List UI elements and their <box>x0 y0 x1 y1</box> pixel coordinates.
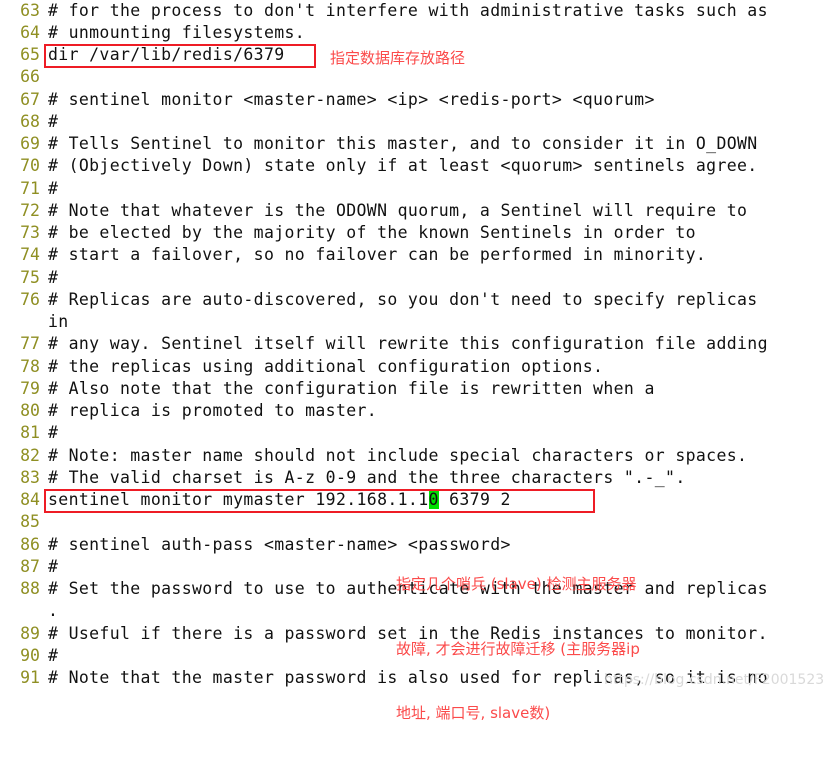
code-line[interactable]: 68 # <box>0 111 834 133</box>
line-content[interactable]: . <box>48 600 58 622</box>
code-line[interactable]: 72 # Note that whatever is the ODOWN quo… <box>0 200 834 222</box>
line-number: 68 <box>20 112 40 131</box>
line-number: 66 <box>20 67 40 86</box>
code-line[interactable]: 70 # (Objectively Down) state only if at… <box>0 155 834 177</box>
line-number: 88 <box>20 579 40 598</box>
line-number: 91 <box>20 668 40 687</box>
line-number: 82 <box>20 446 40 465</box>
code-line[interactable]: 85 <box>0 511 834 533</box>
line-number: 89 <box>20 624 40 643</box>
line-number: 70 <box>20 156 40 175</box>
line-content[interactable]: # the replicas using additional configur… <box>48 356 603 378</box>
line-content[interactable]: # <box>48 422 58 444</box>
line-content[interactable]: # start a failover, so no failover can b… <box>48 244 706 266</box>
line-content[interactable]: in <box>48 311 69 333</box>
line-number: 84 <box>20 490 40 509</box>
code-line[interactable]: 79 # Also note that the configuration fi… <box>0 378 834 400</box>
line-content[interactable]: # The valid charset is A-z 0-9 and the t… <box>48 467 686 489</box>
code-line[interactable]: 77 # any way. Sentinel itself will rewri… <box>0 333 834 355</box>
code-line-continuation[interactable]: in <box>0 311 834 333</box>
line-number: 85 <box>20 512 40 531</box>
annotation-dir-path: 指定数据库存放路径 <box>330 49 466 67</box>
sentinel-monitor-suffix: 6379 2 <box>438 490 511 509</box>
line-content[interactable]: # Note that whatever is the ODOWN quorum… <box>48 200 747 222</box>
line-content[interactable]: # any way. Sentinel itself will rewrite … <box>48 333 768 355</box>
line-number: 69 <box>20 134 40 153</box>
line-content[interactable]: # <box>48 267 58 289</box>
line-number: 80 <box>20 401 40 420</box>
line-number: 76 <box>20 290 40 309</box>
text-cursor-highlight: 0 <box>428 490 439 509</box>
code-line-sentinel-monitor[interactable]: 84 sentinel monitor mymaster 192.168.1.1… <box>0 489 834 511</box>
line-content[interactable]: # be elected by the majority of the know… <box>48 222 696 244</box>
code-line[interactable]: 64 # unmounting filesystems. <box>0 22 834 44</box>
code-line[interactable]: 83 # The valid charset is A-z 0-9 and th… <box>0 467 834 489</box>
code-line[interactable]: 67 # sentinel monitor <master-name> <ip>… <box>0 89 834 111</box>
line-content[interactable]: # Also note that the configuration file … <box>48 378 655 400</box>
code-line[interactable]: 71 # <box>0 178 834 200</box>
code-line[interactable]: 81 # <box>0 422 834 444</box>
line-content[interactable]: # <box>48 178 58 200</box>
line-number: 72 <box>20 201 40 220</box>
annotation-sentinel-line-3: 地址, 端口号, slave数) <box>396 704 551 722</box>
line-number: 74 <box>20 245 40 264</box>
code-line[interactable]: 80 # replica is promoted to master. <box>0 400 834 422</box>
line-number: 83 <box>20 468 40 487</box>
line-content[interactable]: # sentinel monitor <master-name> <ip> <r… <box>48 89 655 111</box>
line-number: 78 <box>20 357 40 376</box>
line-number: 63 <box>20 1 40 20</box>
line-number: 73 <box>20 223 40 242</box>
line-number: 90 <box>20 646 40 665</box>
line-content[interactable]: # Tells Sentinel to monitor this master,… <box>48 133 758 155</box>
line-number: 71 <box>20 179 40 198</box>
line-number: 86 <box>20 535 40 554</box>
line-content[interactable]: sentinel monitor mymaster 192.168.1.10 6… <box>48 489 511 511</box>
code-line[interactable]: 73 # be elected by the majority of the k… <box>0 222 834 244</box>
line-content[interactable]: # unmounting filesystems. <box>48 22 305 44</box>
line-number: 79 <box>20 379 40 398</box>
code-editor-view[interactable]: 63 # for the process to don't interfere … <box>0 0 834 722</box>
line-content[interactable]: # <box>48 556 58 578</box>
line-content[interactable]: # <box>48 645 58 667</box>
line-number: 81 <box>20 423 40 442</box>
line-content[interactable]: # (Objectively Down) state only if at le… <box>48 155 758 177</box>
line-content[interactable]: # Note: master name should not include s… <box>48 445 747 467</box>
line-content[interactable]: dir /var/lib/redis/6379 <box>48 44 285 66</box>
annotation-sentinel-line-1: 指定几个哨兵 (slave) 检测主服务器 <box>396 575 637 593</box>
code-line[interactable]: 78 # the replicas using additional confi… <box>0 356 834 378</box>
code-line[interactable]: 76 # Replicas are auto-discovered, so yo… <box>0 289 834 311</box>
annotation-sentinel-line-2: 故障, 才会进行故障迁移 (主服务器ip <box>396 639 640 658</box>
annotation-sentinel-monitor: 指定几个哨兵 (slave) 检测主服务器 故障, 才会进行故障迁移 (主服务器… <box>396 531 640 768</box>
line-content[interactable]: # <box>48 111 58 133</box>
code-line[interactable]: 74 # start a failover, so no failover ca… <box>0 244 834 266</box>
line-number: 75 <box>20 268 40 287</box>
line-number: 65 <box>20 45 40 64</box>
line-number: 87 <box>20 557 40 576</box>
line-content[interactable]: # Replicas are auto-discovered, so you d… <box>48 289 758 311</box>
code-line[interactable]: 69 # Tells Sentinel to monitor this mast… <box>0 133 834 155</box>
line-number: 67 <box>20 90 40 109</box>
line-content[interactable]: # for the process to don't interfere wit… <box>48 0 768 22</box>
code-line[interactable]: 75 # <box>0 267 834 289</box>
code-line[interactable]: 82 # Note: master name should not includ… <box>0 445 834 467</box>
line-number: 77 <box>20 334 40 353</box>
sentinel-monitor-prefix: sentinel monitor mymaster 192.168.1.1 <box>48 490 429 509</box>
line-content[interactable]: # replica is promoted to master. <box>48 400 377 422</box>
code-line[interactable]: 63 # for the process to don't interfere … <box>0 0 834 22</box>
line-number: 64 <box>20 23 40 42</box>
